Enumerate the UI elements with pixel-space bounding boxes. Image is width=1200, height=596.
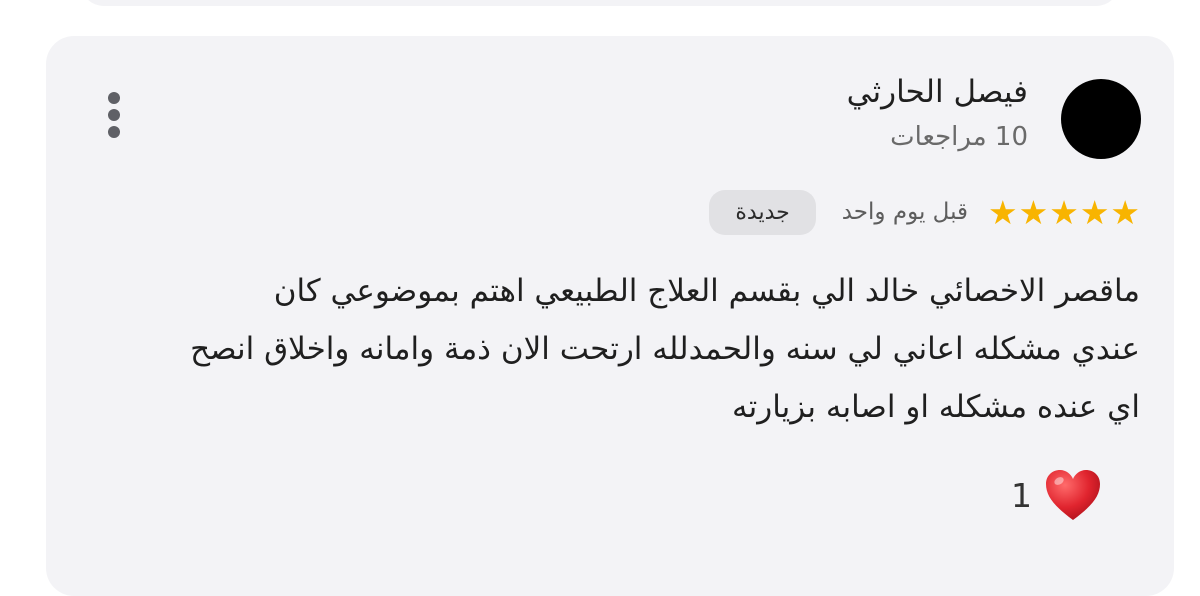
review-text: ماقصر الاخصائي خالد الي بقسم العلاج الطب…: [90, 262, 1140, 436]
star-icon: ★: [1079, 192, 1110, 232]
star-icon: ★: [1018, 192, 1049, 232]
menu-dot: [108, 126, 120, 138]
reaction-count: 1: [1011, 475, 1032, 515]
new-badge: جديدة: [709, 189, 816, 235]
avatar[interactable]: [1061, 79, 1141, 159]
review-date: قبل يوم واحد: [841, 199, 969, 225]
review-card: فيصل الحارثي 10 مراجعات ★ ★ ★ ★ ★ قبل يو…: [46, 36, 1174, 596]
author-reviews-count[interactable]: 10 مراجعات: [890, 122, 1028, 152]
rating-row: ★ ★ ★ ★ ★ قبل يوم واحد جديدة: [709, 182, 1140, 242]
reaction-button[interactable]: 1: [1011, 468, 1102, 522]
author-name[interactable]: فيصل الحارثي: [847, 74, 1028, 110]
menu-dot: [108, 92, 120, 104]
menu-dot: [108, 109, 120, 121]
star-icon: ★: [988, 192, 1018, 232]
review-text-line: اي عنده مشكله او اصابه بزيارته: [731, 389, 1140, 425]
review-text-line: عندي مشكله اعاني لي سنه والحمدلله ارتحت …: [190, 331, 1140, 367]
more-options-icon[interactable]: [102, 92, 126, 138]
heart-icon: [1046, 470, 1100, 520]
previous-review-card: [80, 0, 1120, 6]
star-icon: ★: [1110, 192, 1140, 232]
star-icon: ★: [1049, 192, 1079, 232]
star-rating: ★ ★ ★ ★ ★: [988, 196, 1140, 229]
review-text-line: ماقصر الاخصائي خالد الي بقسم العلاج الطب…: [273, 273, 1140, 309]
